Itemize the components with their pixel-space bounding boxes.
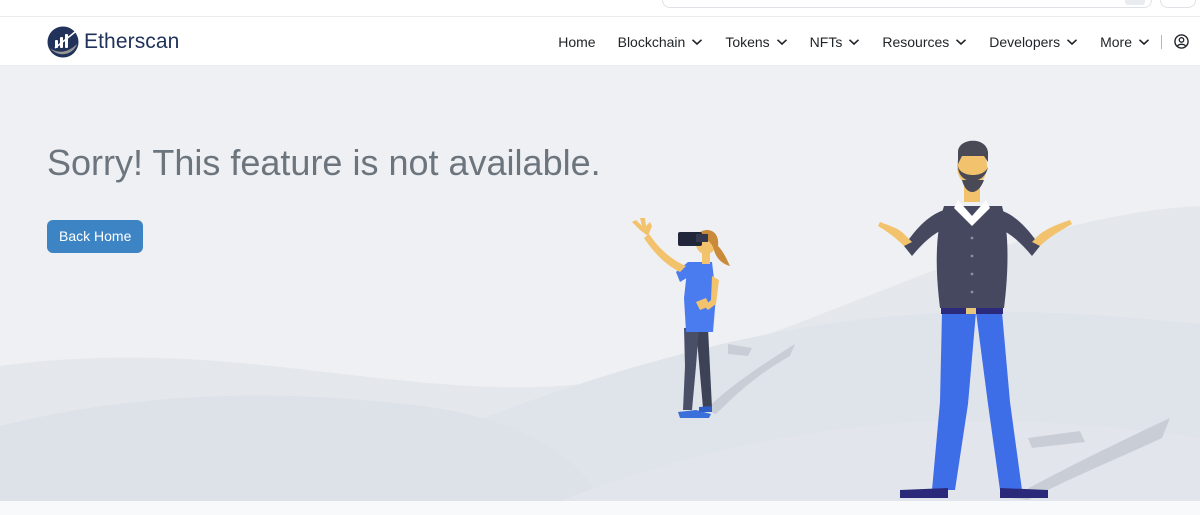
chevron-down-icon	[1067, 38, 1078, 45]
footer-strip	[0, 501, 1200, 515]
nav-item-label: Tokens	[725, 33, 770, 50]
nav-item-label: NFTs	[809, 33, 843, 50]
search-input[interactable]	[662, 0, 1152, 8]
nav-item-more[interactable]: More	[1089, 17, 1161, 66]
error-hero: Sorry! This feature is not available. Ba…	[0, 66, 1200, 501]
chevron-down-icon	[849, 38, 860, 45]
nav-item-resources[interactable]: Resources	[871, 17, 978, 66]
user-circle-icon	[1173, 34, 1189, 49]
theme-toggle-button[interactable]	[1160, 0, 1196, 8]
page-title: Sorry! This feature is not available.	[47, 142, 601, 183]
nav-item-blockchain[interactable]: Blockchain	[607, 17, 715, 66]
nav-item-label: Resources	[882, 33, 950, 50]
brand-name: Etherscan	[84, 30, 180, 53]
nav-item-label: Developers	[989, 33, 1061, 50]
chevron-down-icon	[956, 38, 967, 45]
navbar: Etherscan Home Blockchain Tokens NFTs Re…	[0, 17, 1200, 66]
chevron-down-icon	[776, 38, 787, 45]
brand-link[interactable]: Etherscan	[47, 26, 179, 58]
search-button[interactable]	[1125, 0, 1145, 5]
nav-item-label: Blockchain	[617, 33, 686, 50]
nav-divider	[1161, 34, 1162, 49]
nav-item-nfts[interactable]: NFTs	[799, 17, 872, 66]
nav-item-developers[interactable]: Developers	[978, 17, 1089, 66]
user-account-button[interactable]	[1168, 17, 1194, 66]
top-utility-bar	[0, 0, 1200, 17]
nav-item-label: Home	[558, 33, 596, 50]
chevron-down-icon	[692, 38, 703, 45]
hero-illustration	[0, 140, 1200, 501]
etherscan-logo-icon	[47, 26, 79, 58]
nav-item-tokens[interactable]: Tokens	[714, 17, 798, 66]
chevron-down-icon	[1138, 38, 1150, 45]
nav-item-home[interactable]: Home	[547, 17, 606, 66]
main-nav: Home Blockchain Tokens NFTs Resources De…	[547, 17, 1200, 66]
back-home-button[interactable]: Back Home	[47, 220, 144, 253]
nav-item-label: More	[1100, 33, 1132, 50]
